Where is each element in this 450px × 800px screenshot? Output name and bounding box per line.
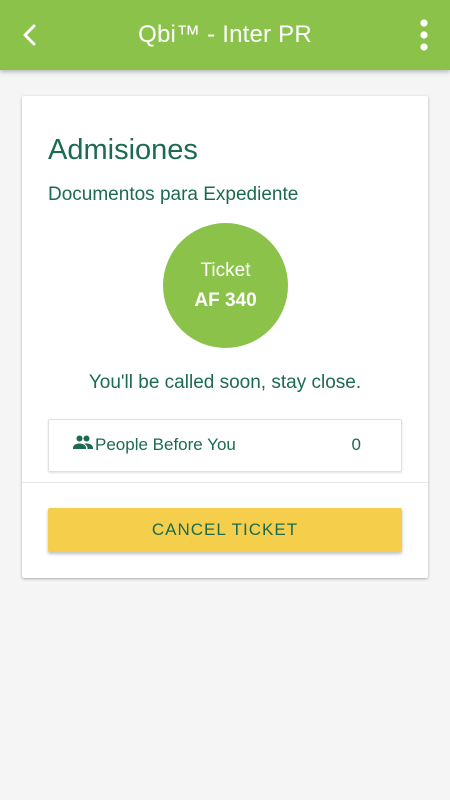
people-before-row: People Before You 0 — [48, 419, 402, 472]
ticket-badge: Ticket AF 340 — [163, 223, 288, 348]
app-title: Qbi™ - Inter PR — [138, 21, 312, 48]
service-title: Admisiones — [48, 134, 198, 166]
people-before-count: 0 — [351, 435, 361, 454]
more-vert-icon — [420, 19, 428, 51]
cancel-ticket-button[interactable]: CANCEL TICKET — [48, 508, 402, 552]
service-subtitle: Documentos para Expediente — [48, 184, 299, 205]
ticket-number: AF 340 — [194, 289, 257, 311]
ticket-card: Admisiones Documentos para Expediente Ti… — [22, 96, 428, 578]
people-before-label: People Before You — [95, 435, 236, 454]
status-message: You'll be called soon, stay close. — [88, 372, 362, 393]
people-icon — [73, 435, 93, 449]
app-bar: Qbi™ - Inter PR — [0, 0, 450, 70]
ticket-label: Ticket — [200, 259, 251, 281]
overflow-menu-button[interactable] — [402, 11, 446, 59]
arrow-back-icon — [23, 24, 36, 46]
back-button[interactable] — [6, 11, 54, 59]
divider — [22, 482, 428, 483]
